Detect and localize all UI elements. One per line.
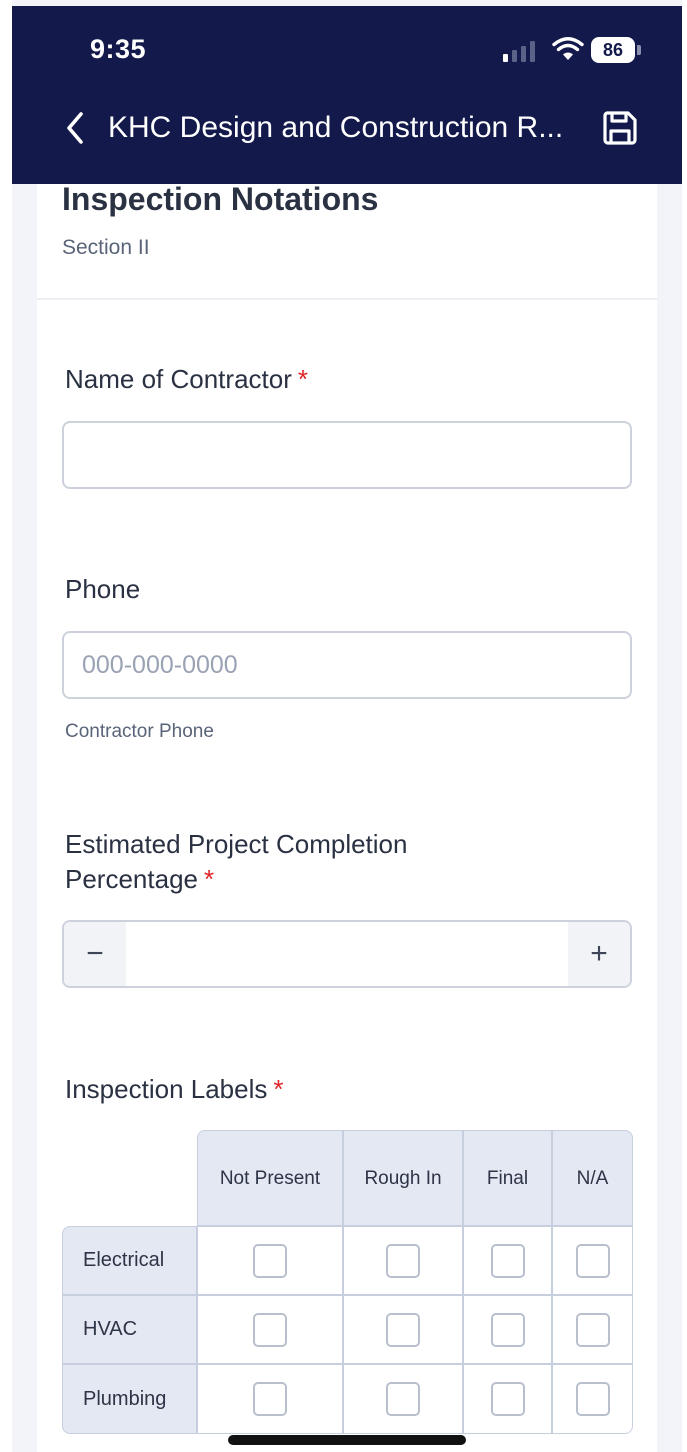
column-header: Not Present <box>197 1130 343 1226</box>
increment-button[interactable]: + <box>568 922 630 986</box>
section-title: Inspection Notations <box>62 181 379 217</box>
contractor-label-text: Name of Contractor <box>65 364 292 394</box>
row-header: HVAC <box>62 1295 197 1364</box>
required-mark: * <box>297 364 308 394</box>
checkbox[interactable] <box>490 1243 525 1278</box>
table-cell <box>197 1295 343 1364</box>
completion-label-line1: Estimated Project Completion <box>65 829 408 859</box>
top-app-bar: 9:35 86 KHC Design and Construction R... <box>12 6 682 184</box>
contractor-name-field[interactable] <box>62 421 632 489</box>
section-header: Inspection Notations Section II <box>37 181 657 300</box>
chevron-left-icon <box>67 112 83 144</box>
row-header: Plumbing <box>62 1364 197 1434</box>
contractor-label: Name of Contractor * <box>65 362 308 397</box>
phone-helper-text: Contractor Phone <box>65 721 214 742</box>
required-mark: * <box>273 1074 284 1104</box>
wifi-icon <box>552 36 584 62</box>
checkbox[interactable] <box>386 1312 420 1347</box>
phone-label: Phone <box>65 574 141 604</box>
checkbox[interactable] <box>490 1382 525 1416</box>
table-cell <box>463 1364 552 1434</box>
table-cell <box>552 1226 633 1295</box>
completion-label: Estimated Project Completion Percentage * <box>65 827 407 897</box>
table-cell <box>343 1226 463 1295</box>
row-header: Electrical <box>62 1226 197 1295</box>
completion-input[interactable] <box>126 922 568 986</box>
completion-label-line2: Percentage <box>65 864 198 894</box>
nav-title: KHC Design and Construction R... <box>108 111 564 144</box>
inspection-labels-label: Inspection Labels * <box>65 1072 284 1107</box>
table-cell <box>463 1226 552 1295</box>
plus-icon: + <box>590 937 608 970</box>
checkbox[interactable] <box>386 1243 420 1278</box>
form-card: Inspection Notations Section II Name of … <box>37 181 657 1452</box>
required-mark: * <box>203 864 215 894</box>
checkbox[interactable] <box>253 1243 287 1278</box>
column-header: Rough In <box>343 1130 463 1226</box>
column-header: N/A <box>552 1130 633 1226</box>
checkbox[interactable] <box>490 1312 525 1347</box>
table-cell <box>463 1295 552 1364</box>
table-cell <box>552 1364 633 1434</box>
phone-input[interactable] <box>64 633 630 697</box>
table-cell <box>343 1364 463 1434</box>
table-cell <box>197 1364 343 1434</box>
signal-icon <box>503 40 545 62</box>
inspection-labels-grid: Not Present Rough In Final N/A Electrical HVA… <box>62 1130 633 1434</box>
table-cell <box>552 1295 633 1364</box>
checkbox[interactable] <box>253 1312 287 1347</box>
floppy-disk-icon <box>603 111 637 145</box>
checkbox[interactable] <box>386 1382 420 1416</box>
table-cell <box>197 1226 343 1295</box>
minus-icon: − <box>86 937 104 970</box>
checkbox[interactable] <box>575 1382 610 1416</box>
battery-icon: 86 <box>591 37 641 63</box>
phone-field[interactable] <box>62 631 632 699</box>
save-button[interactable] <box>598 106 642 150</box>
back-button[interactable] <box>60 104 90 152</box>
contractor-name-input[interactable] <box>64 423 630 487</box>
status-time: 9:35 <box>90 34 147 64</box>
checkbox[interactable] <box>575 1312 610 1347</box>
table-cell <box>343 1295 463 1364</box>
checkbox[interactable] <box>575 1243 610 1278</box>
checkbox[interactable] <box>253 1382 287 1416</box>
home-indicator <box>228 1435 466 1445</box>
column-header: Final <box>463 1130 552 1226</box>
section-subtitle: Section II <box>62 236 150 259</box>
battery-level: 86 <box>591 37 635 63</box>
completion-stepper[interactable]: − + <box>62 920 632 988</box>
app-screen: 9:35 86 KHC Design and Construction R... <box>0 0 687 1452</box>
decrement-button[interactable]: − <box>64 922 126 986</box>
inspection-labels-label-text: Inspection Labels <box>65 1074 268 1104</box>
